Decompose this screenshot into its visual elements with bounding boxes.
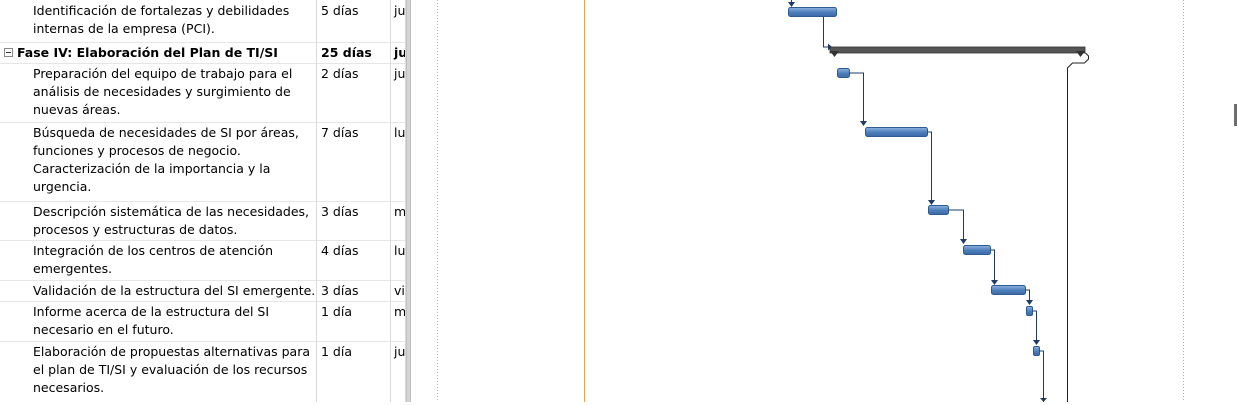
dependency-link xyxy=(927,131,932,202)
task-row[interactable]: Identificación de fortalezas y debilidad… xyxy=(0,0,406,43)
task-bar[interactable] xyxy=(837,68,850,78)
task-row[interactable]: Elaboración de propuestas alternativas p… xyxy=(0,341,406,402)
task-row[interactable]: Preparación del equipo de trabajo para e… xyxy=(0,63,406,123)
task-row[interactable]: Informe acerca de la estructura del SI n… xyxy=(0,301,406,342)
task-bar[interactable] xyxy=(991,285,1026,295)
dependency-arrow xyxy=(860,121,867,126)
dependency-arrow xyxy=(1040,398,1047,402)
task-duration[interactable]: 2 días xyxy=(317,63,391,122)
task-start[interactable]: lu xyxy=(391,122,406,201)
task-duration[interactable]: 25 días xyxy=(317,42,391,63)
task-bar[interactable] xyxy=(963,245,991,255)
summary-end-marker xyxy=(1076,51,1085,57)
task-bar[interactable] xyxy=(865,127,928,137)
task-start[interactable]: ju xyxy=(391,42,406,63)
task-start[interactable]: m xyxy=(391,301,406,341)
task-row[interactable]: Validación de la estructura del SI emerg… xyxy=(0,280,406,302)
summary-bar[interactable] xyxy=(829,46,1086,54)
task-bar[interactable] xyxy=(788,7,837,17)
task-start[interactable]: vi xyxy=(391,280,406,301)
dependency-link xyxy=(1032,310,1037,342)
task-row[interactable]: Búsqueda de necesidades de SI por áreas,… xyxy=(0,122,406,202)
task-duration[interactable]: 1 día xyxy=(317,341,391,402)
dependency-arrow xyxy=(960,239,967,244)
task-start[interactable]: ju xyxy=(391,341,406,402)
task-name[interactable]: Validación de la estructura del SI emerg… xyxy=(0,280,317,301)
task-bar[interactable] xyxy=(928,205,949,215)
dependency-arrow xyxy=(1033,340,1040,345)
task-duration[interactable]: 3 días xyxy=(317,280,391,301)
task-name[interactable]: Identificación de fortalezas y debilidad… xyxy=(0,0,317,42)
task-name[interactable]: Búsqueda de necesidades de SI por áreas,… xyxy=(0,122,317,201)
task-duration[interactable]: 1 día xyxy=(317,301,391,341)
task-name[interactable]: Elaboración de propuestas alternativas p… xyxy=(0,341,317,402)
dependency-arrow xyxy=(788,2,795,7)
task-row[interactable]: Integración de los centros de atención e… xyxy=(0,240,406,281)
task-row[interactable]: Descripción sistemática de las necesidad… xyxy=(0,201,406,241)
dependency-link xyxy=(990,249,995,282)
task-table: Identificación de fortalezas y debilidad… xyxy=(0,0,406,402)
task-name[interactable]: Integración de los centros de atención e… xyxy=(0,240,317,280)
dependency-arrow xyxy=(1026,300,1033,305)
dependency-arrow xyxy=(991,280,998,285)
dependency-link xyxy=(1067,52,1089,402)
dependency-arrow xyxy=(928,200,935,205)
task-start[interactable]: m xyxy=(391,201,406,240)
task-duration[interactable]: 4 días xyxy=(317,240,391,280)
task-start[interactable]: ju xyxy=(391,0,406,42)
task-name[interactable]: Fase IV: Elaboración del Plan de TI/SI xyxy=(0,42,317,63)
gantt-canvas xyxy=(437,0,1184,402)
task-duration[interactable]: 7 días xyxy=(317,122,391,201)
summary-start-marker xyxy=(830,51,839,57)
dependency-link xyxy=(948,209,964,241)
task-duration[interactable]: 3 días xyxy=(317,201,391,240)
task-duration[interactable]: 5 días xyxy=(317,0,391,42)
task-bar[interactable] xyxy=(1026,306,1033,316)
task-name[interactable]: Descripción sistemática de las necesidad… xyxy=(0,201,317,240)
summary-row[interactable]: Fase IV: Elaboración del Plan de TI/SI 2… xyxy=(0,42,406,64)
task-name[interactable]: Informe acerca de la estructura del SI n… xyxy=(0,301,317,341)
task-start[interactable]: lu xyxy=(391,240,406,280)
task-start[interactable]: ju xyxy=(391,63,406,122)
dependency-link xyxy=(823,17,829,48)
task-name[interactable]: Preparación del equipo de trabajo para e… xyxy=(0,63,317,122)
gantt-chart xyxy=(411,0,1237,402)
dependency-link xyxy=(849,72,864,123)
dependency-link xyxy=(1039,350,1044,402)
task-bar[interactable] xyxy=(1033,346,1040,356)
